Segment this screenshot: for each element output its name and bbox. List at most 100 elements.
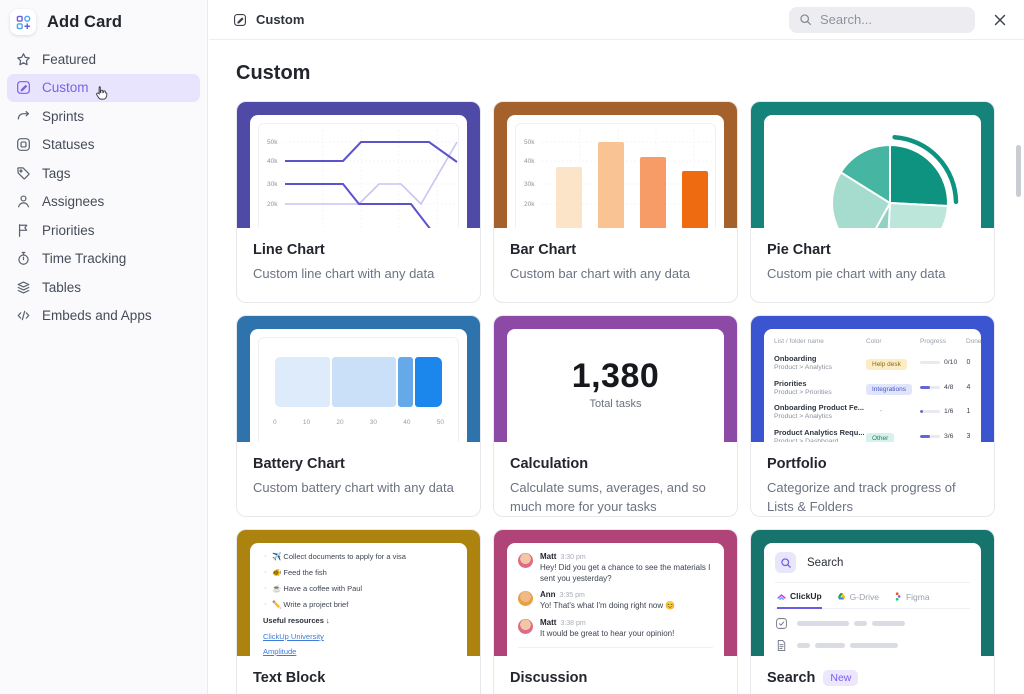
chat-message: Matt3:30 pm Hey! Did you get a chance to… (518, 552, 713, 584)
card-description: Custom line chart with any data (253, 265, 464, 284)
tab-gdrive: G-Drive (837, 591, 879, 608)
calculation-caption: Total tasks (590, 398, 642, 410)
sidebar-item-label: Time Tracking (42, 251, 126, 266)
sidebar-item-label: Priorities (42, 223, 95, 238)
sidebar-item-embeds-apps[interactable]: Embeds and Apps (7, 302, 200, 331)
calculation-thumbnail: 1,380 Total tasks (494, 316, 737, 442)
table-row: OnboardingProduct > Analytics Help desk … (774, 350, 971, 375)
add-card-modal: Add Card Featured Custom Sprints Statuse… (0, 0, 1024, 694)
status-badge: Other (866, 433, 894, 442)
card-search[interactable]: Search ClickUp (750, 529, 995, 694)
cards-grid: 50k 40k 30k 20k Line Chart Custom line c… (236, 101, 1024, 694)
sidebar: Add Card Featured Custom Sprints Statuse… (0, 0, 208, 694)
card-pie-chart[interactable]: Pie Chart Custom pie chart with any data (750, 101, 995, 303)
sidebar-item-label: Custom (42, 80, 89, 95)
table-row: PrioritiesProduct > Priorities Integrati… (774, 375, 971, 400)
search-result-row (775, 617, 970, 630)
card-description: Custom battery chart with any data (253, 479, 464, 498)
bar-chart-thumbnail: 50k 40k 30k 20k (494, 102, 737, 228)
tag-icon (16, 166, 31, 181)
tab-clickup: ClickUp (777, 591, 822, 609)
svg-text:50k: 50k (524, 139, 535, 146)
modal-title: Add Card (47, 13, 122, 32)
sidebar-item-sprints[interactable]: Sprints (7, 102, 200, 131)
discussion-preview: Matt3:30 pm Hey! Did you get a chance to… (507, 543, 724, 656)
sidebar-item-assignees[interactable]: Assignees (7, 188, 200, 217)
avatar (518, 591, 533, 606)
line-chart-preview: 50k 40k 30k 20k (259, 124, 459, 228)
edit-icon (233, 13, 247, 27)
text-block-preview: ✈️ Collect documents to apply for a visa… (250, 543, 467, 656)
search-icon (775, 552, 796, 573)
svg-text:30k: 30k (267, 181, 278, 188)
discussion-thumbnail: Matt3:30 pm Hey! Did you get a chance to… (494, 530, 737, 656)
card-description: Custom bar chart with any data (510, 265, 721, 284)
card-portfolio[interactable]: List / folder name Color Progress Done O… (750, 315, 995, 517)
status-icon (16, 137, 31, 152)
gdrive-logo-icon (837, 592, 846, 601)
close-icon (993, 13, 1007, 27)
battery-segment (275, 357, 330, 407)
battery-segment (398, 357, 412, 407)
message-composer: Message Post (518, 647, 713, 656)
search-placeholder: Search... (820, 12, 872, 27)
card-title: Calculation (510, 456, 721, 472)
add-card-icon (10, 9, 36, 35)
sidebar-item-featured[interactable]: Featured (7, 45, 200, 74)
sidebar-item-time-tracking[interactable]: Time Tracking (7, 245, 200, 274)
sidebar-item-tags[interactable]: Tags (7, 159, 200, 188)
card-title: Text Block (253, 670, 464, 686)
card-title: Discussion (510, 670, 721, 686)
status-badge: Help desk (866, 359, 907, 370)
text-block-thumbnail: ✈️ Collect documents to apply for a visa… (237, 530, 480, 656)
sidebar-item-tables[interactable]: Tables (7, 273, 200, 302)
scrollbar-thumb[interactable] (1016, 145, 1021, 197)
person-icon (16, 194, 31, 209)
card-battery-chart[interactable]: 01020304050 Battery Chart Custom battery… (236, 315, 481, 517)
task-check-icon (775, 617, 788, 630)
line-chart-thumbnail: 50k 40k 30k 20k (237, 102, 480, 228)
edit-icon (16, 80, 31, 95)
search-input[interactable]: Search... (789, 7, 975, 33)
card-title: Pie Chart (767, 242, 978, 258)
status-badge: Integrations (866, 384, 912, 395)
search-result-row (775, 639, 970, 652)
breadcrumb: Custom (209, 12, 304, 27)
close-button[interactable] (985, 13, 1015, 27)
breadcrumb-label: Custom (256, 12, 304, 27)
star-icon (16, 52, 31, 67)
card-text-block[interactable]: ✈️ Collect documents to apply for a visa… (236, 529, 481, 694)
card-description: Categorize and track progress of Lists &… (767, 479, 978, 517)
link: Amplitude (263, 647, 454, 656)
battery-chart-preview: 01020304050 (267, 346, 450, 442)
card-line-chart[interactable]: 50k 40k 30k 20k Line Chart Custom line c… (236, 101, 481, 303)
sprint-icon (16, 109, 31, 124)
card-calculation[interactable]: 1,380 Total tasks Calculation Calculate … (493, 315, 738, 517)
svg-text:20k: 20k (267, 201, 278, 208)
new-badge: New (823, 670, 858, 686)
portfolio-thumbnail: List / folder name Color Progress Done O… (751, 316, 994, 442)
card-title: Line Chart (253, 242, 464, 258)
card-title: Search New (767, 670, 978, 686)
svg-text:30k: 30k (524, 181, 535, 188)
card-description: Calculate sums, averages, and so much mo… (510, 479, 721, 517)
sidebar-item-label: Statuses (42, 137, 95, 152)
card-description: Custom pie chart with any data (767, 265, 978, 284)
sidebar-item-label: Assignees (42, 194, 104, 209)
sidebar-item-priorities[interactable]: Priorities (7, 216, 200, 245)
card-bar-chart[interactable]: 50k 40k 30k 20k Bar Chart Custom bar (493, 101, 738, 303)
card-title: Portfolio (767, 456, 978, 472)
svg-text:20k: 20k (524, 201, 535, 208)
sidebar-item-statuses[interactable]: Statuses (7, 131, 200, 160)
table-row: Onboarding Product Fe...Product > Analyt… (774, 400, 971, 424)
page-title: Custom (236, 62, 1024, 85)
sidebar-header: Add Card (0, 0, 207, 45)
battery-axis: 01020304050 (273, 419, 444, 426)
pie-chart-thumbnail (751, 102, 994, 228)
sidebar-item-label: Featured (42, 52, 96, 67)
card-discussion[interactable]: Matt3:30 pm Hey! Did you get a chance to… (493, 529, 738, 694)
sidebar-item-label: Sprints (42, 109, 84, 124)
avatar (518, 553, 533, 568)
avatar (518, 619, 533, 634)
tab-figma: Figma (894, 591, 930, 608)
